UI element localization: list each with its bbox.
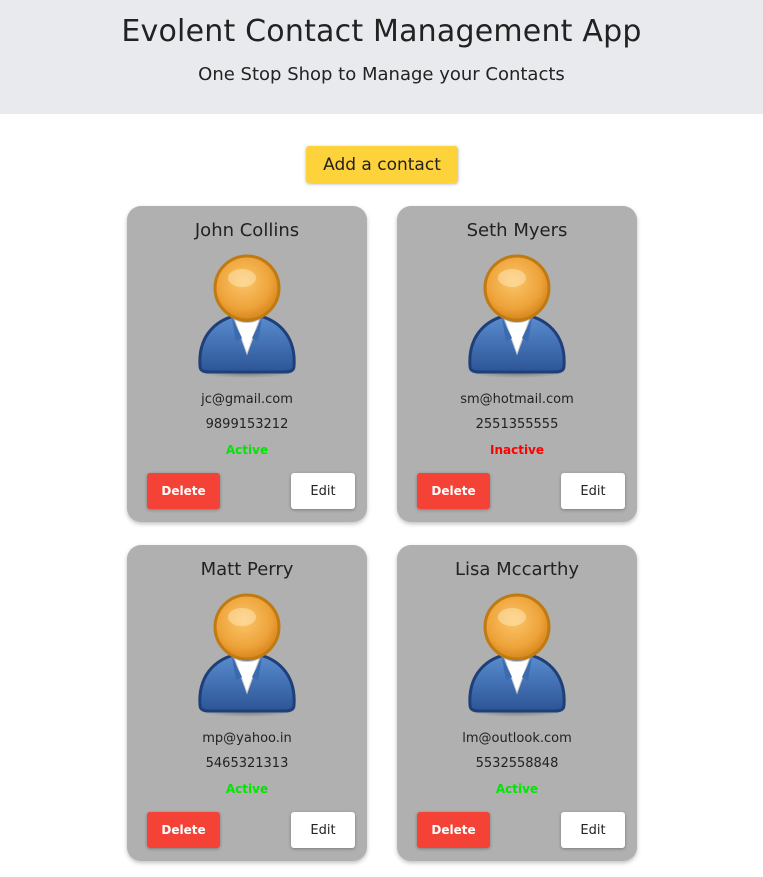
app-header: Evolent Contact Management App One Stop … bbox=[0, 0, 763, 114]
user-avatar-icon bbox=[197, 593, 297, 718]
status-badge: Active bbox=[495, 782, 539, 796]
edit-button[interactable]: Edit bbox=[291, 473, 355, 509]
contact-name: Matt Perry bbox=[200, 559, 294, 580]
contact-card: John Collins jc@gmail.com 9899153212 Act… bbox=[127, 206, 367, 522]
contact-phone: 9899153212 bbox=[205, 417, 289, 432]
edit-button[interactable]: Edit bbox=[291, 812, 355, 848]
edit-button[interactable]: Edit bbox=[561, 473, 625, 509]
contact-name: Lisa Mccarthy bbox=[454, 559, 580, 580]
contact-phone: 2551355555 bbox=[475, 417, 559, 432]
contact-card: Seth Myers sm@hotmail.com 2551355555 Ina… bbox=[397, 206, 637, 522]
add-contact-button[interactable]: Add a contact bbox=[306, 146, 458, 183]
delete-button[interactable]: Delete bbox=[147, 812, 220, 848]
delete-button[interactable]: Delete bbox=[147, 473, 220, 509]
contact-email: lm@outlook.com bbox=[462, 731, 572, 746]
delete-button[interactable]: Delete bbox=[417, 812, 490, 848]
contact-email: jc@gmail.com bbox=[201, 392, 293, 407]
page-title: Evolent Contact Management App bbox=[121, 14, 642, 49]
status-badge: Active bbox=[225, 782, 269, 796]
delete-button[interactable]: Delete bbox=[417, 473, 490, 509]
contact-email: mp@yahoo.in bbox=[202, 731, 292, 746]
contact-name: John Collins bbox=[194, 220, 300, 241]
contact-card: Matt Perry mp@yahoo.in 5465321313 Active… bbox=[127, 545, 367, 861]
status-badge: Active bbox=[225, 443, 269, 457]
user-avatar-icon bbox=[197, 254, 297, 379]
edit-button[interactable]: Edit bbox=[561, 812, 625, 848]
contact-name: Seth Myers bbox=[466, 220, 568, 241]
contact-phone: 5465321313 bbox=[205, 756, 289, 771]
contact-card: Lisa Mccarthy lm@outlook.com 5532558848 … bbox=[397, 545, 637, 861]
user-avatar-icon bbox=[467, 593, 567, 718]
page-subtitle: One Stop Shop to Manage your Contacts bbox=[198, 64, 565, 85]
contact-phone: 5532558848 bbox=[475, 756, 559, 771]
contact-email: sm@hotmail.com bbox=[460, 392, 574, 407]
user-avatar-icon bbox=[467, 254, 567, 379]
status-badge: Inactive bbox=[489, 443, 545, 457]
